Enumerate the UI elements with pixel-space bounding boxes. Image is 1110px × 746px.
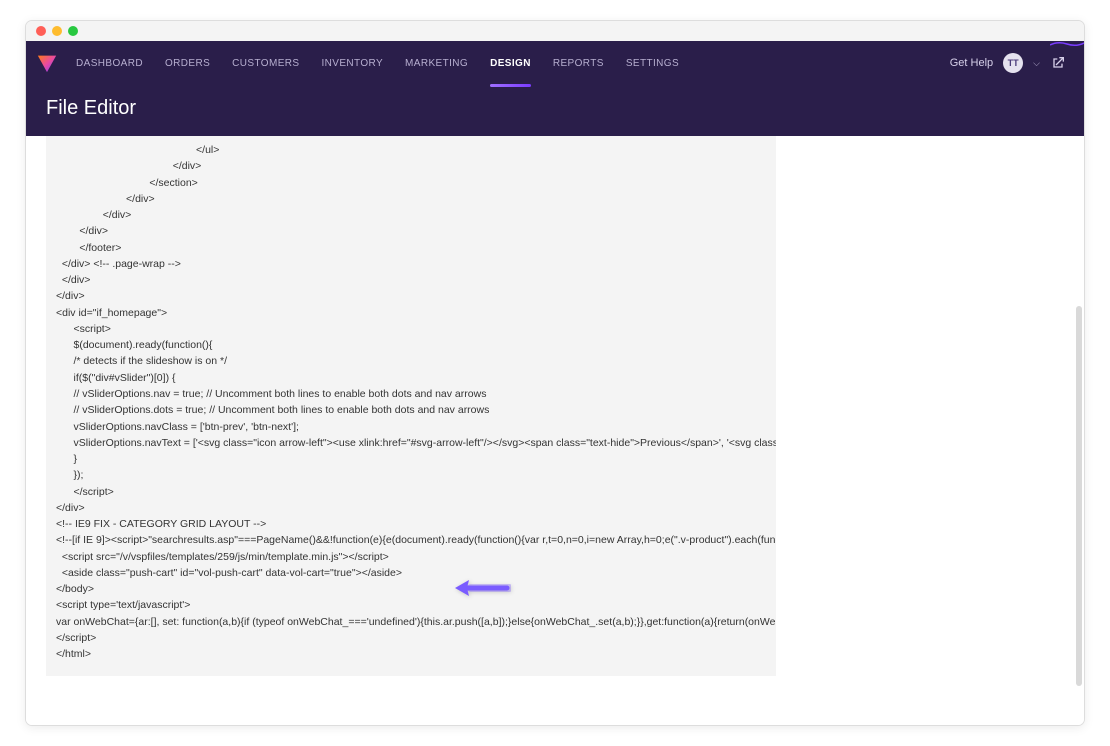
app-header: DASHBOARD ORDERS CUSTOMERS INVENTORY MAR… [26, 41, 1084, 136]
maximize-window-button[interactable] [68, 26, 78, 36]
nav-orders[interactable]: ORDERS [165, 54, 210, 73]
minimize-window-button[interactable] [52, 26, 62, 36]
chevron-down-icon[interactable]: ⌵ [1033, 58, 1040, 69]
window-titlebar [26, 21, 1084, 41]
nav-dashboard[interactable]: DASHBOARD [76, 54, 143, 73]
close-window-button[interactable] [36, 26, 46, 36]
nav-customers[interactable]: CUSTOMERS [232, 54, 299, 73]
logo-icon [36, 52, 58, 74]
avatar[interactable]: TT [1003, 53, 1023, 73]
nav-inventory[interactable]: INVENTORY [321, 54, 383, 73]
code-editor[interactable] [46, 136, 776, 676]
header-actions: Get Help TT ⌵ [950, 53, 1066, 73]
editor-container [46, 136, 776, 705]
nav-reports[interactable]: REPORTS [553, 54, 604, 73]
primary-nav: DASHBOARD ORDERS CUSTOMERS INVENTORY MAR… [76, 54, 679, 73]
page-title: File Editor [26, 85, 1084, 136]
get-help-link[interactable]: Get Help [950, 57, 993, 69]
open-external-icon[interactable] [1050, 55, 1066, 71]
top-nav-bar: DASHBOARD ORDERS CUSTOMERS INVENTORY MAR… [26, 41, 1084, 85]
nav-design[interactable]: DESIGN [490, 54, 531, 73]
nav-marketing[interactable]: MARKETING [405, 54, 468, 73]
app-logo[interactable] [36, 52, 58, 74]
vertical-scrollbar[interactable] [1076, 306, 1082, 686]
content-area [26, 136, 1084, 725]
app-window: DASHBOARD ORDERS CUSTOMERS INVENTORY MAR… [25, 20, 1085, 726]
nav-settings[interactable]: SETTINGS [626, 54, 679, 73]
